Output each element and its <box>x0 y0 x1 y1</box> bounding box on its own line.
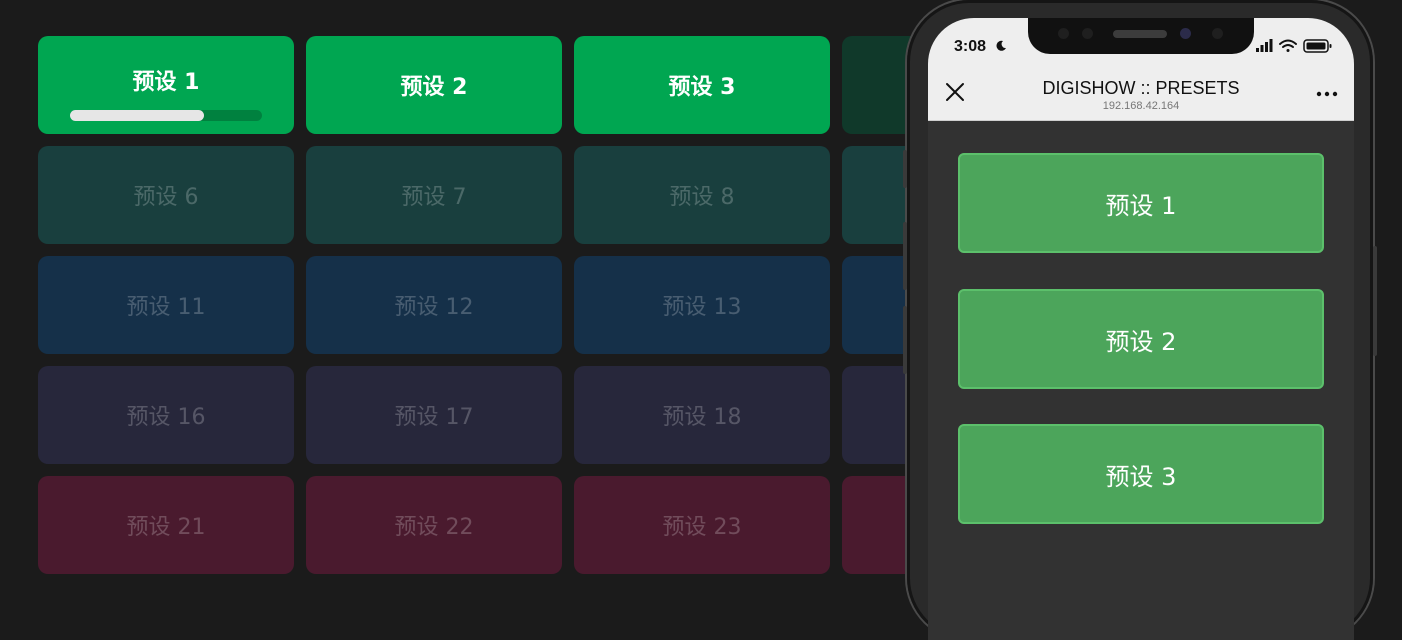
status-icons <box>1256 39 1332 53</box>
speaker-grille <box>1113 30 1167 38</box>
preset-tile[interactable]: 预设 16 <box>38 366 294 464</box>
preset-tile[interactable]: 预设 22 <box>306 476 562 574</box>
preset-tile[interactable]: 预设 18 <box>574 366 830 464</box>
preset-tile-label: 预设 8 <box>669 185 735 210</box>
preset-tile[interactable]: 预设 17 <box>306 366 562 464</box>
preset-tile[interactable]: 预设 11 <box>38 256 294 354</box>
wifi-icon <box>1279 39 1297 52</box>
preset-progress-bar <box>70 110 262 121</box>
preset-tile-label: 预设 22 <box>394 515 474 540</box>
preset-tile-label: 预设 23 <box>662 515 742 540</box>
preset-tile[interactable]: 预设 8 <box>574 146 830 244</box>
phone-screen: 3:08 DIGISHOW:: PRESETS 192.168.42.164 … <box>928 18 1354 640</box>
preset-progress-fill <box>70 110 205 121</box>
preset-tile-label: 预设 3 <box>668 75 736 100</box>
moon-icon <box>996 40 1006 51</box>
phone-preset-button[interactable]: 预设 2 <box>958 289 1324 389</box>
preset-tile[interactable]: 预设 1 <box>38 36 294 134</box>
status-time: 3:08 <box>954 38 987 55</box>
phone-power-button <box>1373 246 1377 356</box>
preset-tile[interactable]: 预设 13 <box>574 256 830 354</box>
preset-tile-label: 预设 1 <box>132 70 200 95</box>
more-icon[interactable] <box>1316 90 1338 98</box>
preset-tile[interactable]: 预设 23 <box>574 476 830 574</box>
preset-tile-label: 预设 17 <box>394 405 474 430</box>
phone-mockup: 3:08 DIGISHOW:: PRESETS 192.168.42.164 … <box>903 0 1377 640</box>
preset-tile-label: 预设 13 <box>662 295 742 320</box>
phone-preset-button[interactable]: 预设 3 <box>958 424 1324 524</box>
phone-mute-switch <box>903 150 907 188</box>
preset-tile-label: 预设 11 <box>126 295 206 320</box>
front-camera-icon <box>1180 28 1191 39</box>
preset-tile-label: 预设 16 <box>126 405 206 430</box>
sensor-icon <box>1058 28 1069 39</box>
status-bar: 3:08 <box>928 18 1354 66</box>
cellular-signal-icon <box>1256 39 1273 52</box>
page-title: DIGISHOW :: PRESETS <box>1042 78 1240 98</box>
preset-tile[interactable]: 预设 7 <box>306 146 562 244</box>
phone-volume-up-button <box>903 222 907 290</box>
browser-nav-bar: DIGISHOW :: PRESETS 192.168.42.164 <box>928 66 1354 121</box>
sensor-icon <box>1212 28 1223 39</box>
phone-notch <box>1028 18 1254 54</box>
preset-tile-label: 预设 12 <box>394 295 474 320</box>
preset-tile-label: 预设 2 <box>400 75 468 100</box>
preset-tile-label: 预设 7 <box>401 185 467 210</box>
phone-volume-down-button <box>903 306 907 374</box>
preset-tile-label: 预设 6 <box>133 185 199 210</box>
preset-tile[interactable]: 预设 6 <box>38 146 294 244</box>
preset-tile[interactable]: 预设 12 <box>306 256 562 354</box>
battery-icon <box>1303 39 1332 53</box>
preset-tile[interactable]: 预设 3 <box>574 36 830 134</box>
preset-tile[interactable]: 预设 2 <box>306 36 562 134</box>
page-url: 192.168.42.164 <box>1102 100 1180 112</box>
preset-tile[interactable]: 预设 21 <box>38 476 294 574</box>
preset-tile-label: 预设 21 <box>126 515 206 540</box>
sensor-icon <box>1082 28 1093 39</box>
phone-preset-button[interactable]: 预设 1 <box>958 153 1324 253</box>
preset-tile-label: 预设 18 <box>662 405 742 430</box>
